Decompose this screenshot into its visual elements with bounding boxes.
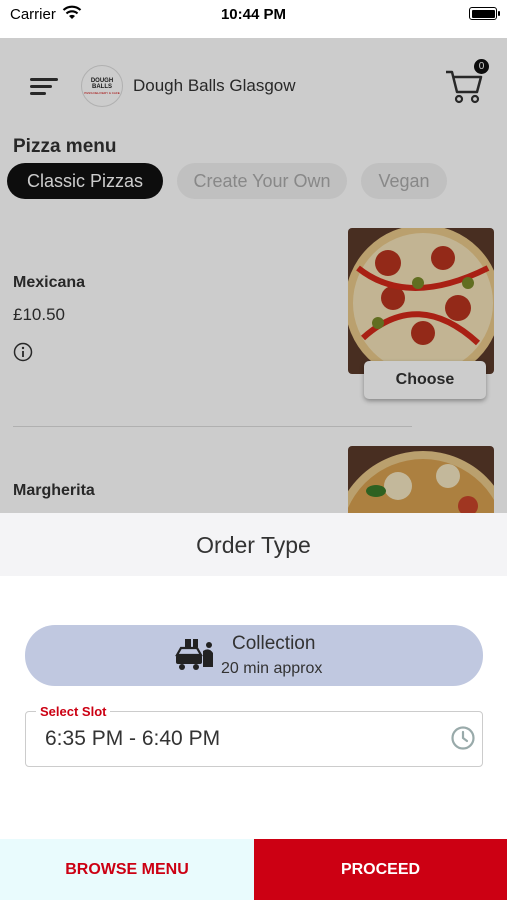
sheet-title: Order Type [196,532,311,558]
sheet-header: Order Type [0,513,507,576]
collection-option[interactable]: Collection 20 min approx [25,625,483,686]
collection-time: 20 min approx [221,660,323,677]
clock-icon[interactable] [450,725,476,751]
slot-select[interactable]: Select Slot 6:35 PM - 6:40 PM [25,704,483,767]
status-bar: Carrier 10:44 PM [0,0,507,38]
slot-label: Select Slot [36,704,111,719]
browse-menu-button[interactable]: BROWSE MENU [0,839,254,900]
collection-label: Collection [232,633,316,654]
collection-icon [175,639,213,670]
battery-icon [469,7,500,20]
dim-overlay[interactable] [0,38,507,513]
status-time: 10:44 PM [220,6,287,23]
slot-value: 6:35 PM - 6:40 PM [45,727,221,750]
proceed-button[interactable]: PROCEED [254,839,507,900]
